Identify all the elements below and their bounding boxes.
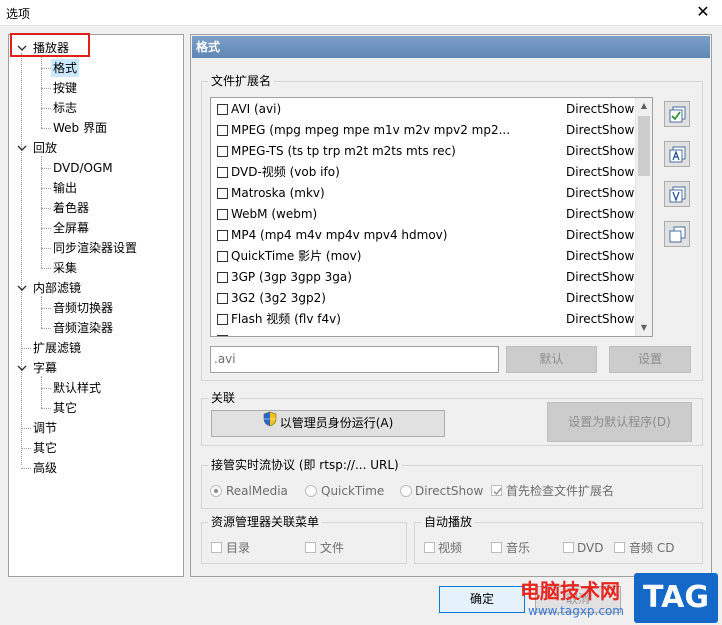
scroll-down-icon[interactable]: ▼ (636, 320, 652, 336)
explorer-menu-group-title: 资源管理器关联菜单 (208, 515, 323, 529)
tree-line (41, 156, 42, 268)
list-item[interactable]: Matroska (mkv) DirectShow (211, 183, 634, 204)
autoplay-audiocd-checkbox[interactable] (614, 542, 625, 553)
select-all-video-button[interactable] (664, 101, 690, 127)
radio-directshow[interactable] (400, 485, 412, 497)
select-all-icon (669, 106, 686, 123)
select-all-audio-button[interactable] (664, 141, 690, 167)
watermark-site-name: 电脑技术网 (520, 579, 620, 603)
scroll-thumb[interactable] (638, 116, 650, 176)
check-ext-checkbox[interactable] (491, 485, 502, 496)
list-item[interactable] (211, 330, 634, 336)
list-item[interactable]: WebM (webm) DirectShow (211, 204, 634, 225)
video-files-icon (669, 186, 686, 203)
checkbox[interactable] (217, 230, 228, 241)
explorer-directory-checkbox[interactable] (211, 542, 222, 553)
checkbox[interactable] (217, 335, 228, 336)
checkbox[interactable] (217, 293, 228, 304)
list-item[interactable]: Flash 视频 (flv f4v) DirectShow (211, 309, 634, 330)
checkbox[interactable] (217, 125, 228, 136)
window-title: 选项 (6, 7, 31, 21)
list-item[interactable]: MP4 (mp4 m4v mp4v mpv4 hdmov) DirectShow (211, 225, 634, 246)
list-item[interactable]: 3G2 (3g2 3gp2) DirectShow (211, 288, 634, 309)
autoplay-music-checkbox[interactable] (491, 542, 502, 553)
default-button[interactable]: 默认 (506, 346, 597, 373)
explorer-directory-label: 目录 (226, 541, 251, 555)
check-ext-label: 首先检查文件扩展名 (506, 484, 615, 498)
checkbox[interactable] (217, 104, 228, 115)
autoplay-video-label: 视频 (438, 541, 463, 555)
autoplay-audiocd-label: 音频 CD (629, 541, 675, 555)
checkbox[interactable] (217, 146, 228, 157)
extensions-list[interactable]: AVI (avi) DirectShow MPEG (mpg mpeg mpe m… (210, 97, 653, 337)
explorer-file-label: 文件 (320, 541, 345, 555)
radio-quicktime[interactable] (305, 485, 317, 497)
association-group-title: 关联 (208, 391, 239, 405)
ok-button[interactable]: 确定 (439, 586, 525, 613)
autoplay-dvd-label: DVD (577, 541, 604, 555)
watermark-url: www.tagxp.com (528, 604, 624, 618)
autoplay-group-title: 自动播放 (421, 515, 476, 529)
run-as-admin-button[interactable]: 以管理员身份运行(A) (211, 410, 445, 437)
settings-button[interactable]: 设置 (609, 346, 691, 373)
explorer-file-checkbox[interactable] (305, 542, 316, 553)
list-item[interactable]: DVD-视频 (vob ifo) DirectShow (211, 162, 634, 183)
radio-realmedia[interactable] (210, 485, 222, 497)
checkbox[interactable] (217, 188, 228, 199)
chevron-down-icon[interactable] (17, 144, 27, 152)
list-scrollbar[interactable]: ▲ ▼ (635, 98, 652, 336)
chevron-down-icon[interactable] (17, 284, 27, 292)
checkbox[interactable] (217, 272, 228, 283)
autoplay-music-label: 音乐 (506, 541, 531, 555)
extensions-group-title: 文件扩展名 (208, 74, 275, 88)
select-all-video-only-button[interactable] (664, 181, 690, 207)
radio-directshow-label: DirectShow (415, 484, 484, 498)
list-item[interactable]: 3GP (3gp 3gpp 3ga) DirectShow (211, 267, 634, 288)
tree-line (21, 53, 22, 465)
watermark-tag-logo: TAG (634, 573, 718, 623)
list-item[interactable]: MPEG-TS (ts tp trp m2t m2ts mts rec) Dire… (211, 141, 634, 162)
clear-all-icon (669, 226, 686, 243)
tree-line (41, 376, 42, 408)
audio-files-icon (669, 146, 686, 163)
list-item[interactable]: AVI (avi) DirectShow (211, 99, 634, 120)
tree-line (41, 56, 42, 128)
checkbox[interactable] (217, 251, 228, 262)
radio-realmedia-label: RealMedia (226, 484, 288, 498)
scroll-up-icon[interactable]: ▲ (636, 98, 652, 114)
checkbox[interactable] (217, 167, 228, 178)
radio-quicktime-label: QuickTime (321, 484, 385, 498)
autoplay-dvd-checkbox[interactable] (563, 542, 574, 553)
chevron-down-icon[interactable] (17, 364, 27, 372)
title-bar: 选项 ✕ (0, 0, 722, 26)
extension-field[interactable]: .avi (210, 346, 499, 373)
checkbox[interactable] (217, 314, 228, 325)
list-item[interactable]: MPEG (mpg mpeg mpe m1v m2v mpv2 mp2... Di… (211, 120, 634, 141)
autoplay-video-checkbox[interactable] (424, 542, 435, 553)
set-default-program-button[interactable]: 设置为默认程序(D) (547, 402, 692, 442)
rtsp-group-title: 接管实时流协议 (即 rtsp://... URL) (208, 458, 402, 472)
clear-all-button[interactable] (664, 221, 690, 247)
tree-line (41, 296, 42, 328)
checkbox[interactable] (217, 209, 228, 220)
list-item[interactable]: QuickTime 影片 (mov) DirectShow (211, 246, 634, 267)
options-tree[interactable]: 播放器 格式 按键 标志 Web 界面 回放 DVD/OGM 输出 着色器 全屏… (8, 34, 184, 577)
uac-shield-icon (263, 411, 277, 436)
annotation-highlight-box (10, 33, 90, 57)
panel-title: 格式 (192, 36, 710, 58)
close-icon[interactable]: ✕ (692, 2, 714, 22)
